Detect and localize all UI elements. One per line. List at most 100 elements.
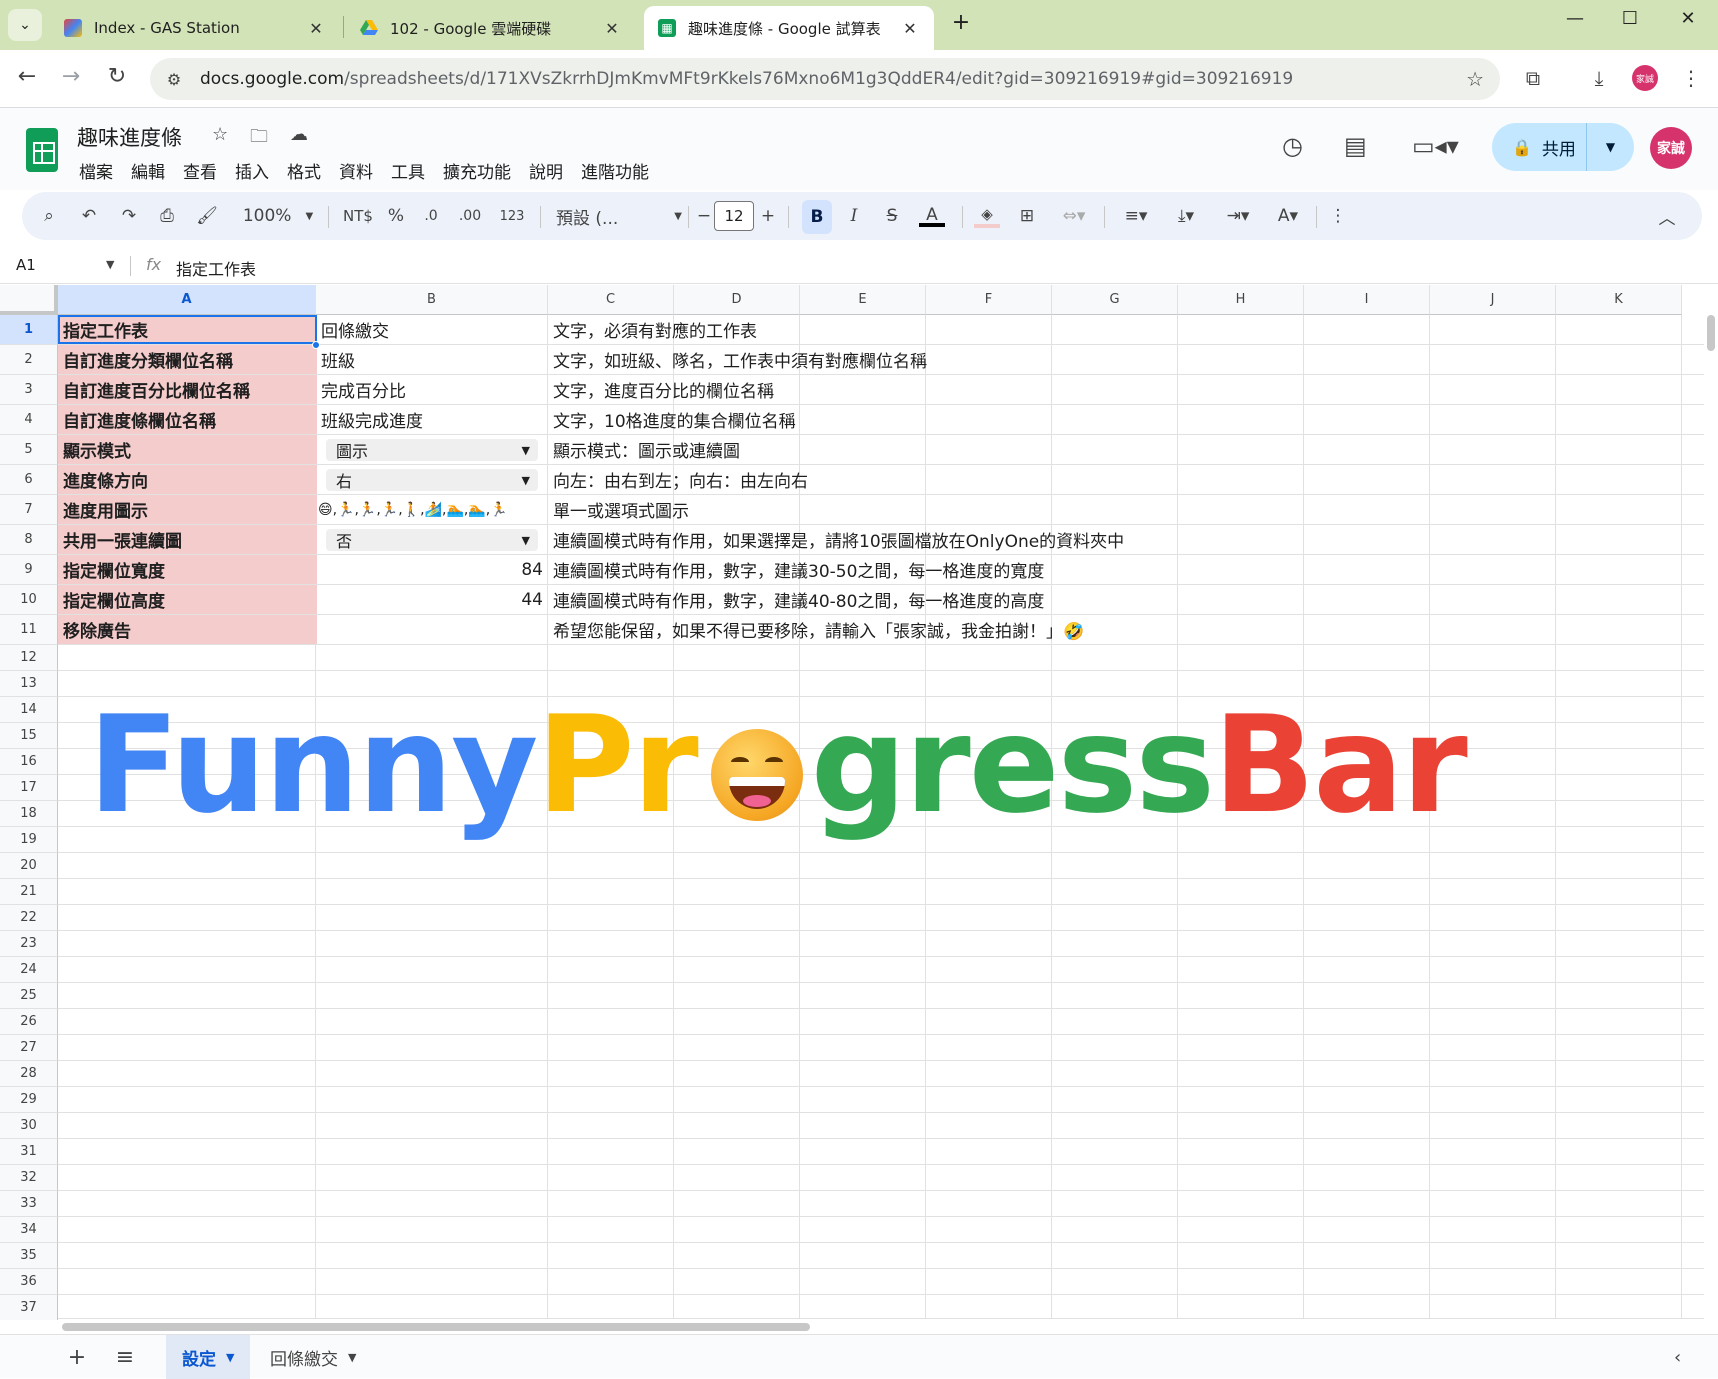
row-header[interactable]: 28	[0, 1061, 58, 1087]
bookmark-star-icon[interactable]: ☆	[1466, 67, 1484, 91]
window-minimize-button[interactable]: —	[1555, 8, 1595, 29]
setting-value-cell[interactable]: 84	[316, 555, 548, 584]
setting-label-cell[interactable]: 指定工作表	[58, 315, 317, 344]
setting-label-cell[interactable]: 共用一張連續圖	[58, 525, 317, 554]
row-header[interactable]: 3	[0, 375, 58, 405]
name-box[interactable]: A1	[16, 256, 36, 274]
italic-button[interactable]: I	[842, 192, 866, 240]
description-cell[interactable]: 文字，如班級、隊名，工作表中須有對應欄位名稱	[548, 345, 932, 374]
row-header[interactable]: 29	[0, 1087, 58, 1113]
profile-avatar[interactable]: 家誠	[1632, 65, 1658, 91]
row-header[interactable]: 12	[0, 645, 58, 671]
column-header-e[interactable]: E	[800, 285, 926, 315]
setting-value-cell[interactable]: 完成百分比	[316, 375, 548, 404]
back-arrow-icon[interactable]: ←	[12, 64, 42, 89]
select-all-corner[interactable]	[0, 285, 58, 315]
text-wrapping-icon[interactable]: ⇥▾	[1218, 192, 1258, 240]
setting-label-cell[interactable]: 自訂進度條欄位名稱	[58, 405, 317, 434]
setting-label-cell[interactable]: 移除廣告	[58, 615, 317, 644]
collapse-chevron-up-icon[interactable]: ︿	[1652, 192, 1682, 240]
description-cell[interactable]: 連續圖模式時有作用，數字，建議40-80之間，每一格進度的高度	[548, 585, 1049, 614]
setting-label-cell[interactable]: 指定欄位高度	[58, 585, 317, 614]
window-maximize-button[interactable]: ☐	[1610, 8, 1650, 29]
search-menus-icon[interactable]: ⌕	[34, 192, 64, 240]
vertical-align-icon[interactable]: ⤓▾	[1166, 192, 1206, 240]
row-header[interactable]: 26	[0, 1009, 58, 1035]
text-rotation-icon[interactable]: A▾	[1268, 192, 1308, 240]
row-header[interactable]: 30	[0, 1113, 58, 1139]
horizontal-scrollbar[interactable]	[58, 1318, 1704, 1332]
row-header[interactable]: 32	[0, 1165, 58, 1191]
description-cell[interactable]: 單一或選項式圖示	[548, 495, 694, 524]
increase-decimal-button[interactable]: .00	[452, 192, 488, 240]
description-cell[interactable]: 文字，必須有對應的工作表	[548, 315, 762, 344]
tab-close-icon[interactable]: ✕	[602, 19, 622, 38]
browser-menu-kebab-icon[interactable]: ⋮	[1676, 66, 1706, 90]
cloud-saved-icon[interactable]: ☁	[290, 124, 308, 145]
setting-value-cell[interactable]: 班級	[316, 345, 548, 374]
row-header[interactable]: 1	[0, 315, 58, 345]
description-cell[interactable]: 希望您能保留，如果不得已要移除，請輸入「張家誠，我金拍謝！」🤣	[548, 615, 1089, 644]
column-header-g[interactable]: G	[1052, 285, 1178, 315]
merge-cells-icon[interactable]: ⇔▾	[1052, 192, 1096, 240]
star-icon[interactable]: ☆	[212, 124, 228, 145]
reload-icon[interactable]: ↻	[102, 64, 132, 89]
decrease-font-size-icon[interactable]: −	[694, 192, 714, 240]
more-options-kebab-icon[interactable]: ⋮	[1326, 192, 1350, 240]
column-header-j[interactable]: J	[1430, 285, 1556, 315]
horizontal-align-icon[interactable]: ≡▾	[1116, 192, 1156, 240]
tab-close-icon[interactable]: ✕	[900, 19, 920, 38]
row-header[interactable]: 17	[0, 775, 58, 801]
setting-label-cell[interactable]: 顯示模式	[58, 435, 317, 464]
column-header-c[interactable]: C	[548, 285, 674, 315]
all-sheets-menu-icon[interactable]: ≡	[110, 1345, 140, 1370]
downloads-icon[interactable]: ⤓	[1584, 66, 1614, 90]
site-info-icon[interactable]: ⚙	[162, 70, 186, 89]
collapse-sidebar-chevron-icon[interactable]: ‹	[1674, 1347, 1681, 1368]
setting-label-cell[interactable]: 指定欄位寬度	[58, 555, 317, 584]
redo-icon[interactable]: ↷	[114, 192, 144, 240]
move-folder-icon[interactable]: 🗀	[250, 124, 268, 154]
row-header[interactable]: 2	[0, 345, 58, 375]
description-cell[interactable]: 向左：由右到左；向右：由左向右	[548, 465, 813, 494]
account-avatar[interactable]: 家誠	[1650, 127, 1692, 169]
menu-insert[interactable]: 插入	[226, 156, 278, 185]
row-header[interactable]: 21	[0, 879, 58, 905]
row-header[interactable]: 13	[0, 671, 58, 697]
row-header[interactable]: 6	[0, 465, 58, 495]
row-header[interactable]: 10	[0, 585, 58, 615]
row-header[interactable]: 35	[0, 1243, 58, 1269]
menu-format[interactable]: 格式	[278, 156, 330, 185]
setting-value-cell[interactable]: 班級完成進度	[316, 405, 548, 434]
increase-font-size-icon[interactable]: +	[758, 192, 778, 240]
formula-input[interactable]: 指定工作表	[176, 256, 256, 280]
description-cell[interactable]: 連續圖模式時有作用，數字，建議30-50之間，每一格進度的寬度	[548, 555, 1049, 584]
comments-icon[interactable]: ▤	[1344, 132, 1367, 160]
row-header[interactable]: 27	[0, 1035, 58, 1061]
vertical-scrollbar[interactable]	[1704, 315, 1718, 1320]
window-close-button[interactable]: ✕	[1668, 8, 1708, 29]
row-header[interactable]: 11	[0, 615, 58, 645]
row-header[interactable]: 5	[0, 435, 58, 465]
setting-label-cell[interactable]: 進度用圖示	[58, 495, 317, 524]
strikethrough-button[interactable]: S	[880, 192, 904, 240]
row-header[interactable]: 20	[0, 853, 58, 879]
row-header[interactable]: 24	[0, 957, 58, 983]
menu-file[interactable]: 檔案	[70, 156, 122, 185]
column-header-i[interactable]: I	[1304, 285, 1430, 315]
row-header[interactable]: 4	[0, 405, 58, 435]
setting-value-cell[interactable]: 回條繳交	[316, 315, 548, 344]
browser-tab-active-sheet[interactable]: ▦ 趣味進度條 - Google 試算表 ✕	[644, 6, 934, 50]
tab-close-icon[interactable]: ✕	[306, 19, 326, 38]
row-header[interactable]: 9	[0, 555, 58, 585]
description-cell[interactable]: 文字，10格進度的集合欄位名稱	[548, 405, 801, 434]
column-header-d[interactable]: D	[674, 285, 800, 315]
percent-format-button[interactable]: %	[384, 192, 408, 240]
print-icon[interactable]: ⎙	[152, 192, 182, 240]
row-header[interactable]: 22	[0, 905, 58, 931]
column-header-a[interactable]: A	[58, 285, 316, 315]
row-header[interactable]: 19	[0, 827, 58, 853]
selection-fill-handle[interactable]	[312, 341, 320, 349]
text-color-button[interactable]: A	[918, 192, 946, 240]
row-header[interactable]: 25	[0, 983, 58, 1009]
